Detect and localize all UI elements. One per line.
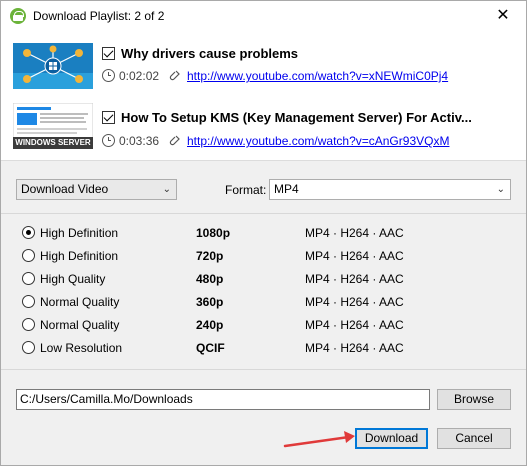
video-url-link[interactable]: http://www.youtube.com/watch?v=cAnGr93VQ… <box>187 134 449 148</box>
divider <box>1 369 526 370</box>
quality-resolution: 360p <box>196 295 224 309</box>
download-type-select[interactable]: Download Video ⌄ <box>16 179 177 200</box>
playlist-list: Why drivers cause problems 0:02:02 http:… <box>1 31 526 161</box>
quality-option[interactable]: High Definition 720p MP4 · H264 · AAC <box>1 246 526 266</box>
quality-label: High Definition <box>40 249 119 263</box>
title-bar: Download Playlist: 2 of 2 ✕ <box>1 1 526 31</box>
thumbnail-caption: WINDOWS SERVER <box>15 138 91 147</box>
clock-icon <box>102 134 115 147</box>
quality-codec: MP4 · H264 · AAC <box>305 341 404 355</box>
quality-option[interactable]: High Quality 480p MP4 · H264 · AAC <box>1 269 526 289</box>
quality-resolution: 240p <box>196 318 224 332</box>
clock-icon <box>102 69 115 82</box>
playlist-item: Why drivers cause problems 0:02:02 http:… <box>1 37 526 97</box>
network-diagram-thumbnail <box>13 43 93 89</box>
quality-label: Normal Quality <box>40 295 120 309</box>
link-icon <box>169 69 181 82</box>
quality-codec: MP4 · H264 · AAC <box>305 226 404 240</box>
quality-codec: MP4 · H264 · AAC <box>305 249 404 263</box>
chevron-down-icon: ⌄ <box>496 184 505 195</box>
quality-option[interactable]: Low Resolution QCIF MP4 · H264 · AAC <box>1 338 526 358</box>
browse-button[interactable]: Browse <box>437 389 511 410</box>
chevron-down-icon: ⌄ <box>162 184 171 195</box>
item-checkbox[interactable] <box>102 111 115 124</box>
quality-codec: MP4 · H264 · AAC <box>305 318 404 332</box>
quality-radio[interactable] <box>22 341 35 354</box>
link-icon <box>169 134 181 147</box>
playlist-item: WINDOWS SERVER How To Setup KMS (Key Man… <box>1 99 526 159</box>
download-playlist-dialog: Download Playlist: 2 of 2 ✕ Why drivers … <box>0 0 527 466</box>
video-duration: 0:03:36 <box>119 134 160 148</box>
quality-option[interactable]: High Definition 1080p MP4 · H264 · AAC <box>1 223 526 243</box>
quality-resolution: QCIF <box>196 341 225 355</box>
quality-resolution: 720p <box>196 249 224 263</box>
app-icon <box>10 8 26 24</box>
quality-label: Low Resolution <box>40 341 123 355</box>
quality-codec: MP4 · H264 · AAC <box>305 272 404 286</box>
quality-radio[interactable] <box>22 272 35 285</box>
quality-option[interactable]: Normal Quality 240p MP4 · H264 · AAC <box>1 315 526 335</box>
download-type-value: Download Video <box>21 182 109 196</box>
format-select[interactable]: MP4 ⌄ <box>269 179 511 200</box>
windows-server-thumbnail: WINDOWS SERVER <box>13 103 93 149</box>
quality-radio[interactable] <box>22 295 35 308</box>
close-button[interactable]: ✕ <box>480 1 526 31</box>
quality-resolution: 480p <box>196 272 224 286</box>
quality-radio[interactable] <box>22 318 35 331</box>
format-value: MP4 <box>274 182 299 196</box>
quality-label: High Definition <box>40 226 119 240</box>
quality-radio[interactable] <box>22 249 35 262</box>
video-url-link[interactable]: http://www.youtube.com/watch?v=xNEWmiC0P… <box>187 69 448 83</box>
video-duration: 0:02:02 <box>119 69 160 83</box>
video-title: How To Setup KMS (Key Management Server)… <box>121 110 472 125</box>
item-checkbox[interactable] <box>102 47 115 60</box>
quality-label: Normal Quality <box>40 318 120 332</box>
video-title: Why drivers cause problems <box>121 46 299 61</box>
download-button[interactable]: Download <box>355 428 428 449</box>
save-path-input[interactable]: C:/Users/Camilla.Mo/Downloads <box>16 389 430 410</box>
quality-option[interactable]: Normal Quality 360p MP4 · H264 · AAC <box>1 292 526 312</box>
cancel-button[interactable]: Cancel <box>437 428 511 449</box>
quality-label: High Quality <box>40 272 106 286</box>
quality-codec: MP4 · H264 · AAC <box>305 295 404 309</box>
window-title: Download Playlist: 2 of 2 <box>33 9 165 23</box>
quality-radio[interactable] <box>22 226 35 239</box>
quality-resolution: 1080p <box>196 226 231 240</box>
format-label: Format: <box>225 183 267 197</box>
divider <box>1 213 526 214</box>
annotation-arrow <box>283 431 355 448</box>
